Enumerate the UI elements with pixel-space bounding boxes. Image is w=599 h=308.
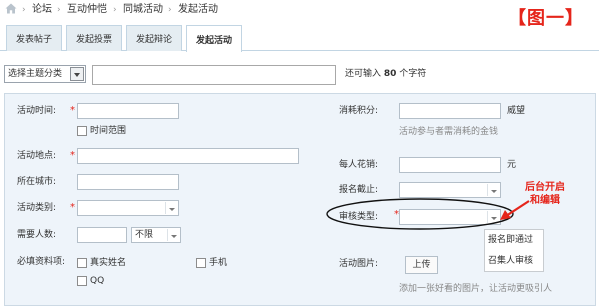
qq-checkbox[interactable] (77, 276, 87, 286)
cost-input[interactable] (399, 157, 501, 173)
annotation-arrow (500, 200, 530, 220)
annotation-title: 【图一】 (508, 8, 584, 29)
hint-prefix: 还可输入 (345, 69, 382, 79)
home-icon[interactable] (5, 3, 17, 14)
tab-label: 发表帖子 (15, 35, 52, 45)
place-label: 活动地点: (17, 151, 57, 161)
time-range-checkbox[interactable] (77, 126, 87, 136)
category-label: 活动类别: (17, 203, 57, 213)
required-info-label: 必填资料项: (17, 257, 66, 267)
breadcrumb-separator: › (113, 5, 117, 15)
activity-place-input[interactable] (77, 148, 299, 164)
chevron-down-icon (487, 184, 499, 196)
annotation-label-line2: 和编辑 (530, 195, 560, 206)
subject-char-hint: 还可输入 80 个字符 (345, 68, 426, 80)
subject-input[interactable] (92, 65, 336, 85)
image-note: 添加一张好看的图片，让活动更吸引人 (399, 284, 553, 294)
cost-unit: 元 (507, 160, 517, 170)
breadcrumb-item-board[interactable]: 同城活动 (123, 3, 163, 17)
upload-button[interactable]: 上传 (405, 256, 438, 274)
tab-new-thread[interactable]: 发表帖子 (6, 25, 62, 51)
city-input[interactable] (77, 174, 179, 190)
phone-label: 手机 (209, 258, 228, 268)
time-label: 活动时间: (17, 106, 57, 116)
credits-unit: 威望 (507, 106, 526, 116)
required-asterisk: * (70, 105, 75, 116)
breadcrumb-item-section[interactable]: 互动仲恺 (67, 3, 107, 17)
topic-category-value: 选择主题分类 (8, 69, 63, 79)
review-option-auto[interactable]: 报名即通过 (488, 234, 533, 246)
people-limit-select[interactable]: 不限 (131, 227, 181, 243)
breadcrumb-separator: › (22, 5, 26, 15)
annotation-label-line1: 后台开启 (525, 182, 565, 193)
realname-checkbox[interactable] (77, 258, 87, 268)
cost-label: 每人花销: (339, 160, 379, 170)
tab-new-poll[interactable]: 发起投票 (66, 25, 122, 51)
people-count-input[interactable] (77, 227, 127, 243)
tab-label: 发起辩论 (135, 35, 172, 45)
credits-input[interactable] (399, 103, 501, 119)
chevron-down-icon (167, 229, 179, 241)
chevron-down-icon (165, 202, 177, 214)
city-label: 所在城市: (17, 177, 57, 187)
deadline-label: 报名截止: (339, 185, 379, 195)
breadcrumb-item-current: 发起活动 (178, 4, 218, 15)
credits-label: 消耗积分: (339, 106, 379, 116)
tab-label: 发起投票 (75, 35, 112, 45)
topic-category-select[interactable]: 选择主题分类 (4, 65, 86, 83)
phone-checkbox[interactable] (196, 258, 206, 268)
breadcrumb-item-forum[interactable]: 论坛 (32, 3, 52, 17)
credits-note: 活动参与者需消耗的金钱 (399, 127, 499, 137)
activity-category-select[interactable] (77, 200, 179, 216)
image-label: 活动图片: (339, 259, 379, 269)
tab-new-debate[interactable]: 发起辩论 (126, 25, 182, 51)
breadcrumb-separator: › (57, 5, 61, 15)
review-option-organizer[interactable]: 召集人审核 (488, 255, 533, 267)
annotation-ellipse (326, 198, 514, 230)
breadcrumb: › 论坛 › 互动仲恺 › 同城活动 › 发起活动 (0, 0, 360, 20)
tab-label: 发起活动 (195, 35, 232, 46)
breadcrumb-separator: › (168, 5, 172, 15)
tab-new-activity[interactable]: 发起活动 (186, 25, 242, 52)
required-asterisk: * (70, 202, 75, 213)
required-asterisk: * (70, 150, 75, 161)
people-limit-value: 不限 (135, 230, 154, 240)
people-label: 需要人数: (17, 230, 57, 240)
hint-count: 80 (383, 69, 397, 79)
chevron-down-icon (70, 67, 84, 81)
activity-time-input[interactable] (77, 103, 179, 119)
time-range-label: 时间范围 (90, 126, 127, 136)
qq-label: QQ (90, 276, 105, 286)
hint-suffix: 个字符 (399, 69, 427, 79)
realname-label: 真实姓名 (90, 258, 127, 268)
